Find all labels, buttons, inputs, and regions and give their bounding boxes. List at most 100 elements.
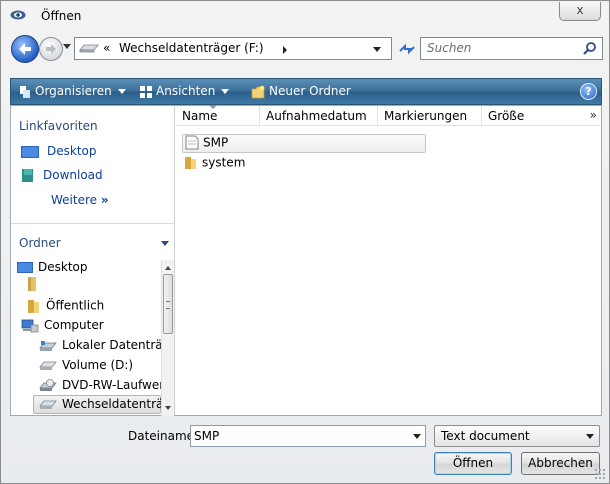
views-button[interactable]: Ansichten bbox=[140, 79, 230, 104]
resize-grip-icon[interactable] bbox=[594, 468, 606, 480]
address-segment[interactable]: Wechseldatenträger (F:) bbox=[119, 41, 264, 55]
tree-item-public[interactable]: Öffentlich bbox=[27, 298, 104, 316]
file-list-pane: Name Aufnahmedatum Markierungen Größe » … bbox=[176, 105, 601, 415]
tree-item-computer[interactable]: Computer bbox=[21, 318, 104, 336]
views-icon bbox=[140, 85, 152, 98]
navigation-pane: Linkfavoriten Desktop Download Weitere »… bbox=[11, 106, 175, 416]
address-history-dropdown[interactable] bbox=[373, 47, 381, 52]
folders-heading[interactable]: Ordner bbox=[19, 236, 61, 250]
sort-indicator-icon bbox=[209, 105, 217, 109]
text-document-icon bbox=[185, 135, 199, 150]
folder-tree-scrollbar[interactable] bbox=[161, 260, 174, 416]
more-favorites-link[interactable]: Weitere » bbox=[51, 193, 109, 207]
refresh-icon[interactable] bbox=[396, 39, 418, 59]
drive-icon bbox=[39, 361, 57, 370]
favorite-label: Desktop bbox=[47, 144, 97, 158]
tree-item-dvd-drive[interactable]: DVD-RW-Laufwer bbox=[39, 378, 161, 396]
dialog-app-icon bbox=[10, 10, 26, 20]
arrow-left-icon bbox=[19, 43, 31, 55]
pane-divider bbox=[11, 223, 174, 224]
filename-label: Dateiname: bbox=[128, 429, 199, 443]
new-folder-label: Neuer Ordner bbox=[269, 84, 351, 98]
user-folder-icon bbox=[28, 277, 36, 291]
scroll-down-arrow-icon[interactable] bbox=[165, 406, 171, 410]
folder-icon bbox=[185, 157, 196, 169]
dvd-drive-icon bbox=[39, 378, 57, 391]
chevron-down-icon bbox=[221, 89, 230, 94]
tree-item-user-folder[interactable] bbox=[27, 276, 42, 294]
tree-label: Computer bbox=[44, 318, 104, 332]
filename-input[interactable] bbox=[194, 428, 394, 444]
file-item-system[interactable]: system bbox=[182, 155, 426, 174]
help-icon[interactable]: ? bbox=[580, 83, 597, 100]
hidden-path-chevron[interactable]: « bbox=[103, 41, 110, 55]
local-drive-icon bbox=[39, 340, 57, 351]
file-name: system bbox=[202, 155, 246, 170]
scrollbar-thumb[interactable] bbox=[163, 274, 173, 334]
filetype-value: Text document bbox=[441, 429, 530, 443]
back-button[interactable] bbox=[11, 35, 39, 63]
open-file-dialog: Öffnen x « Wechseldatenträger (F:) Suche… bbox=[0, 0, 610, 484]
tree-label: Öffentlich bbox=[46, 298, 105, 313]
tree-item-removable-drive[interactable]: Wechseldatenträg bbox=[39, 397, 161, 415]
open-button-label: Öffnen bbox=[452, 456, 494, 470]
tree-label: Volume (D:) bbox=[62, 358, 134, 372]
chevron-down-icon[interactable] bbox=[413, 434, 421, 439]
file-name: SMP bbox=[203, 135, 229, 150]
cancel-button[interactable]: Abbrechen bbox=[521, 452, 600, 475]
search-placeholder: Suchen bbox=[427, 41, 472, 55]
search-input[interactable]: Suchen bbox=[420, 37, 603, 60]
favorites-heading: Linkfavoriten bbox=[19, 119, 98, 133]
filename-combobox[interactable] bbox=[190, 425, 426, 447]
column-label: Aufnahmedatum bbox=[266, 109, 367, 123]
column-header-date[interactable]: Aufnahmedatum bbox=[260, 106, 378, 126]
organize-label: Organisieren bbox=[35, 84, 112, 98]
computer-icon bbox=[21, 319, 39, 332]
address-bar[interactable]: « Wechseldatenträger (F:) bbox=[74, 37, 392, 60]
more-label: Weitere bbox=[51, 193, 98, 207]
dialog-title: Öffnen bbox=[41, 9, 82, 23]
recent-pages-dropdown[interactable] bbox=[63, 44, 71, 49]
folder-icon bbox=[28, 300, 39, 313]
column-header-name[interactable]: Name bbox=[176, 105, 260, 126]
navigation-bar: « Wechseldatenträger (F:) Suchen bbox=[11, 34, 603, 64]
double-chevron-icon: » bbox=[100, 193, 109, 207]
filetype-select[interactable]: Text document bbox=[434, 425, 600, 447]
scroll-up-arrow-icon[interactable] bbox=[165, 266, 171, 270]
tree-label: Lokaler Datenträg bbox=[62, 338, 161, 352]
tree-item-local-drive[interactable]: Lokaler Datenträg bbox=[39, 338, 161, 356]
folder-tree: Desktop Öffentlich Computer Lokaler Date… bbox=[11, 260, 161, 416]
tree-label: DVD-RW-Laufwer bbox=[62, 378, 161, 392]
arrow-right-icon bbox=[46, 44, 56, 54]
tree-label: Desktop bbox=[38, 260, 88, 274]
views-label: Ansichten bbox=[156, 84, 216, 98]
chevron-down-icon[interactable] bbox=[161, 241, 169, 246]
open-button[interactable]: Öffnen bbox=[434, 452, 512, 475]
favorite-item-download[interactable]: Download bbox=[21, 168, 103, 186]
tree-label: Wechseldatenträg bbox=[62, 397, 161, 411]
new-folder-button[interactable]: Neuer Ordner bbox=[251, 79, 351, 104]
column-label: Name bbox=[182, 109, 218, 123]
search-icon[interactable] bbox=[582, 41, 598, 57]
column-label: Markierungen bbox=[384, 109, 468, 123]
close-icon: x bbox=[576, 3, 584, 17]
column-header-tags[interactable]: Markierungen bbox=[378, 106, 482, 126]
favorite-item-desktop[interactable]: Desktop bbox=[21, 144, 97, 162]
desktop-icon bbox=[17, 262, 33, 273]
organize-button[interactable]: Organisieren bbox=[19, 79, 126, 104]
browser-area: Linkfavoriten Desktop Download Weitere »… bbox=[10, 105, 602, 416]
forward-button[interactable] bbox=[39, 37, 63, 61]
grip-icon bbox=[166, 301, 170, 309]
column-header-size[interactable]: Größe bbox=[482, 106, 582, 126]
file-item-smp[interactable]: SMP bbox=[182, 134, 426, 153]
cancel-button-label: Abbrechen bbox=[528, 456, 593, 470]
more-columns-chevron[interactable]: » bbox=[590, 108, 597, 122]
column-header-row: Name Aufnahmedatum Markierungen Größe » bbox=[176, 105, 601, 126]
tree-item-volume-d[interactable]: Volume (D:) bbox=[39, 358, 133, 376]
close-button[interactable]: x bbox=[559, 2, 601, 21]
removable-drive-icon bbox=[79, 44, 99, 53]
removable-drive-icon bbox=[39, 400, 57, 409]
organize-icon bbox=[20, 85, 30, 98]
chevron-down-icon bbox=[586, 434, 594, 439]
chevron-right-icon[interactable] bbox=[283, 46, 287, 54]
